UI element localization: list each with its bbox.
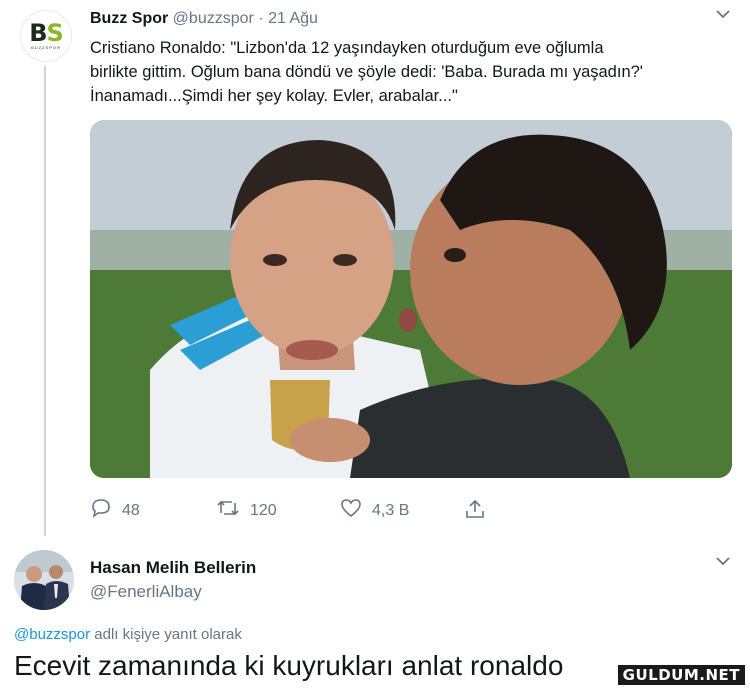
tweet-text: Cristiano Ronaldo: "Lizbon'da 12 yaşında… xyxy=(90,39,643,105)
like-button[interactable]: 4,3 B xyxy=(340,498,409,523)
avatar-photo xyxy=(14,550,74,610)
heart-icon xyxy=(340,498,372,523)
tweet-header: Buzz Spor @buzzspor · 21 Ağu xyxy=(90,10,318,28)
like-count: 4,3 B xyxy=(372,501,410,519)
reply-menu-chevron-icon[interactable] xyxy=(716,553,730,571)
reply-to-suffix: adlı kişiye yanıt olarak xyxy=(90,626,242,643)
share-icon xyxy=(464,498,496,525)
author-name[interactable]: Buzz Spor xyxy=(90,10,168,27)
buzz-spor-avatar[interactable]: BS BUZZSPOR xyxy=(20,10,72,62)
retweet-icon xyxy=(216,498,250,523)
reply-to-mention-link[interactable]: @buzzspor xyxy=(14,626,90,643)
reply-author-name[interactable]: Hasan Melih Bellerin xyxy=(90,558,256,578)
chevron-down-icon[interactable] xyxy=(716,6,730,24)
separator-dot: · xyxy=(258,10,264,27)
site-watermark: GULDUM.NET xyxy=(616,664,746,686)
photo-illustration xyxy=(90,120,732,478)
reply-button[interactable]: 48 xyxy=(90,498,140,523)
avatar-logo-subtext: BUZZSPOR xyxy=(31,45,61,50)
retweet-count: 120 xyxy=(250,501,277,519)
author-handle[interactable]: @buzzspor xyxy=(173,10,254,27)
reply-author-handle[interactable]: @FenerliAlbay xyxy=(90,582,202,602)
thread-line xyxy=(44,66,46,536)
reply-count: 48 xyxy=(122,501,140,519)
tweet-date[interactable]: 21 Ağu xyxy=(268,10,318,27)
share-button[interactable] xyxy=(464,498,496,525)
replying-to-line: @buzzspor adlı kişiye yanıt olarak xyxy=(14,626,242,643)
reply-text: Ecevit zamanında ki kuyrukları anlat ron… xyxy=(14,650,564,681)
retweet-button[interactable]: 120 xyxy=(216,498,277,523)
avatar-logo-mark: BS xyxy=(29,19,64,47)
reply-icon xyxy=(90,498,122,523)
hasan-melih-avatar[interactable] xyxy=(14,550,74,610)
tweet-photo[interactable] xyxy=(90,120,732,478)
tweet-actions: 48 120 4,3 B xyxy=(90,498,510,526)
